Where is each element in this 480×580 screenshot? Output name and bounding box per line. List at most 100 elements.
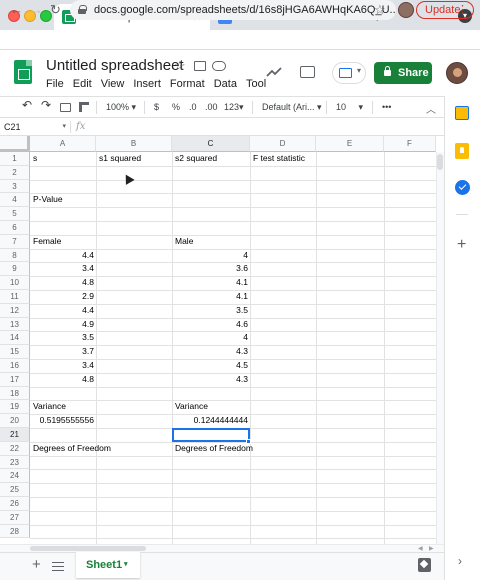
select-all-corner[interactable] <box>0 136 30 152</box>
cell-a10[interactable]: 4.8 <box>31 276 96 290</box>
comment-history-icon[interactable] <box>300 66 315 78</box>
move-folder-icon[interactable] <box>194 61 206 71</box>
keep-icon[interactable] <box>455 143 469 159</box>
column-header-e[interactable]: E <box>316 136 384 152</box>
row-header-25[interactable]: 25 <box>0 483 30 497</box>
scroll-left-icon[interactable]: ◀ <box>418 545 423 552</box>
menu-format[interactable]: Format <box>170 78 205 90</box>
cell-c20[interactable]: 0.1244444444 <box>173 414 250 428</box>
url-field[interactable]: docs.google.com/spreadsheets/d/16s8jHGA6… <box>70 0 396 20</box>
activity-trend-icon[interactable] <box>266 66 282 78</box>
row-header-17[interactable]: 17 <box>0 372 30 387</box>
row-header-22[interactable]: 22 <box>0 441 30 456</box>
cell-a19[interactable]: Variance <box>31 400 96 414</box>
cell-d1[interactable]: F test statistic <box>251 152 316 166</box>
row-header-4[interactable]: 4 <box>0 193 30 208</box>
chevron-down-icon[interactable]: ▾ <box>124 552 128 578</box>
horizontal-scroll-thumb[interactable] <box>30 546 146 551</box>
cell-a14[interactable]: 3.5 <box>31 331 96 345</box>
row-header-16[interactable]: 16 <box>0 359 30 373</box>
chevron-right-icon[interactable]: › <box>458 554 462 568</box>
row-header-6[interactable]: 6 <box>0 221 30 235</box>
cell-c17[interactable]: 4.3 <box>173 373 250 387</box>
redo-icon[interactable]: ↷ <box>41 99 51 111</box>
row-header-19[interactable]: 19 <box>0 400 30 415</box>
row-header-11[interactable]: 11 <box>0 290 30 304</box>
menu-view[interactable]: View <box>101 78 125 90</box>
zoom-select[interactable]: 100% ▾ <box>106 101 136 113</box>
add-sheet-button[interactable]: + <box>32 556 41 573</box>
browser-profile-avatar[interactable] <box>398 2 414 18</box>
update-button[interactable]: Update ⋮ <box>416 1 474 19</box>
tasks-icon[interactable] <box>455 180 470 195</box>
row-header-14[interactable]: 14 <box>0 331 30 346</box>
cell-a4[interactable]: P-Value <box>31 193 96 207</box>
fill-handle[interactable] <box>246 439 251 444</box>
share-button[interactable]: Share <box>374 62 432 84</box>
row-header-23[interactable]: 23 <box>0 455 30 470</box>
row-header-13[interactable]: 13 <box>0 317 30 332</box>
more-formats-select[interactable]: 123▾ <box>224 101 244 113</box>
row-header-27[interactable]: 27 <box>0 510 30 525</box>
cell-c15[interactable]: 4.3 <box>173 345 250 359</box>
row-header-12[interactable]: 12 <box>0 303 30 318</box>
column-header-d[interactable]: D <box>250 136 316 152</box>
sheet-tab-sheet1[interactable]: Sheet1 ▾ <box>76 552 140 578</box>
row-header-28[interactable]: 28 <box>0 524 30 539</box>
paint-format-icon[interactable] <box>79 102 89 112</box>
cell-a11[interactable]: 2.9 <box>31 290 96 304</box>
chevron-up-icon[interactable]: ︿ <box>426 101 436 116</box>
formula-input[interactable] <box>96 122 436 133</box>
increase-decimal-button[interactable]: .00 <box>205 101 218 113</box>
row-header-18[interactable]: 18 <box>0 386 30 401</box>
font-size-select[interactable]: 10 ▾ <box>336 101 363 113</box>
column-header-a[interactable]: A <box>30 136 96 152</box>
row-header-1[interactable]: 1 <box>0 152 30 166</box>
vertical-scrollbar[interactable] <box>436 152 444 544</box>
column-header-b[interactable]: B <box>96 136 172 152</box>
font-family-select[interactable]: Default (Ari... ▾ <box>262 101 322 113</box>
name-box[interactable]: C21 ▾ <box>4 122 66 132</box>
cell-a7[interactable]: Female <box>31 235 96 249</box>
cell-a15[interactable]: 3.7 <box>31 345 96 359</box>
menu-data[interactable]: Data <box>214 78 237 90</box>
row-header-10[interactable]: 10 <box>0 276 30 290</box>
cell-c8[interactable]: 4 <box>173 249 250 263</box>
cell-c19[interactable]: Variance <box>173 400 250 414</box>
cell-c12[interactable]: 3.5 <box>173 304 250 318</box>
cell-c1[interactable]: s2 squared <box>173 152 250 166</box>
cell-a1[interactable]: s <box>31 152 96 166</box>
get-addons-icon[interactable]: + <box>457 236 466 254</box>
cell-c14[interactable]: 4 <box>173 331 250 345</box>
row-header-7[interactable]: 7 <box>0 234 30 249</box>
lock-icon[interactable] <box>78 5 87 14</box>
row-header-21[interactable]: 21 <box>0 428 30 442</box>
forward-arrow-icon[interactable]: → <box>30 2 43 17</box>
cell-c22[interactable]: Degrees of Freedom <box>173 442 253 456</box>
cell-c7[interactable]: Male <box>173 235 250 249</box>
back-arrow-icon[interactable]: ← <box>10 2 23 17</box>
cell-c9[interactable]: 3.6 <box>173 262 250 276</box>
scroll-right-icon[interactable]: ▶ <box>429 545 434 552</box>
menu-edit[interactable]: Edit <box>73 78 92 90</box>
cell-a17[interactable]: 4.8 <box>31 373 96 387</box>
cell-a12[interactable]: 4.4 <box>31 304 96 318</box>
decrease-decimal-button[interactable]: .0 <box>189 101 197 113</box>
all-sheets-list-icon[interactable] <box>52 562 64 571</box>
row-header-24[interactable]: 24 <box>0 469 30 484</box>
row-header-20[interactable]: 20 <box>0 414 30 428</box>
row-header-9[interactable]: 9 <box>0 262 30 277</box>
row-header-26[interactable]: 26 <box>0 497 30 511</box>
present-button[interactable]: ▾ <box>332 62 366 84</box>
row-header-8[interactable]: 8 <box>0 248 30 263</box>
cell-a20[interactable]: 0.5195555556 <box>31 414 96 428</box>
explore-icon[interactable] <box>418 558 431 572</box>
currency-format-button[interactable]: $ <box>154 101 159 113</box>
reload-icon[interactable]: ↻ <box>50 2 61 18</box>
document-title[interactable]: Untitled spreadsheet <box>46 57 184 74</box>
row-header-2[interactable]: 2 <box>0 165 30 180</box>
cloud-status-icon[interactable] <box>212 61 226 71</box>
vertical-scroll-thumb[interactable] <box>437 154 443 170</box>
menu-tools[interactable]: Tool <box>246 78 266 90</box>
cell-a9[interactable]: 3.4 <box>31 262 96 276</box>
